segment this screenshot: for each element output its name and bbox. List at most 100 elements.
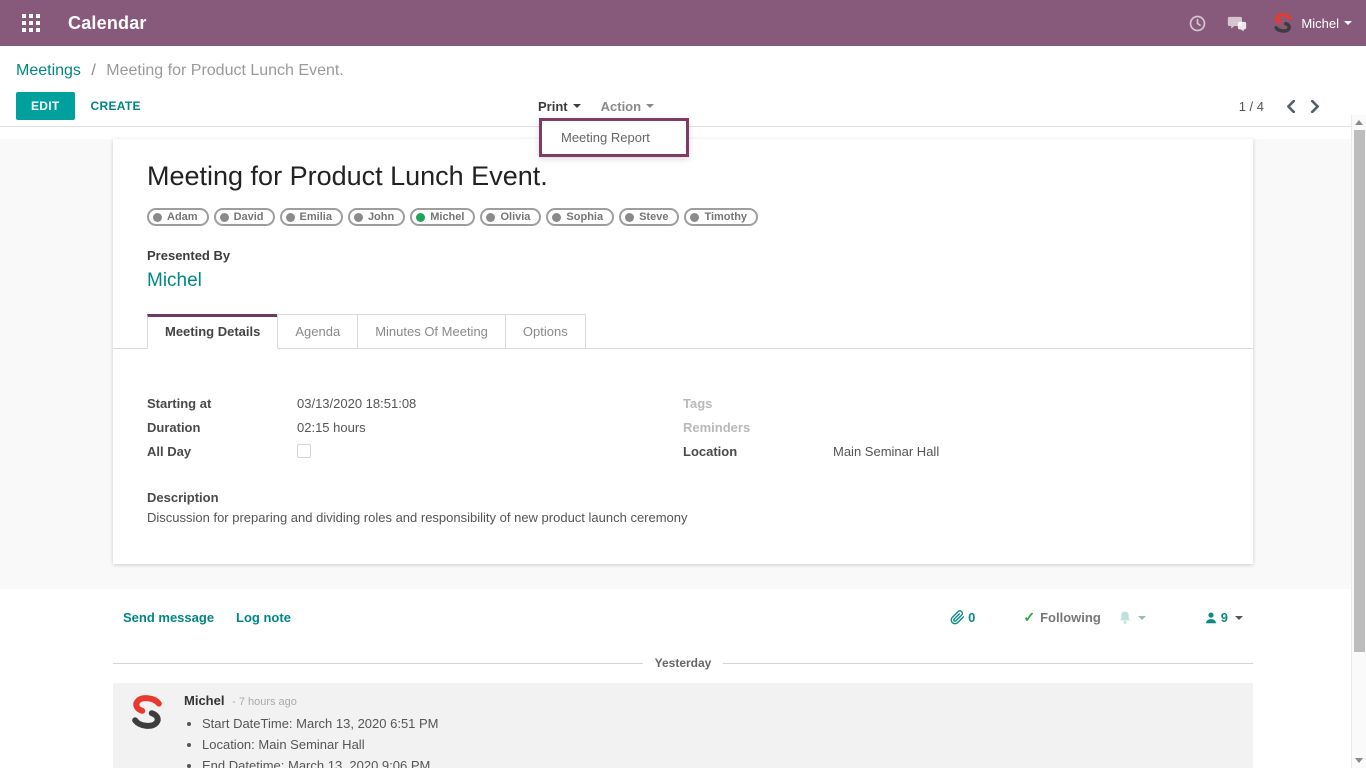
following-label: Following: [1040, 610, 1101, 625]
attendee-name: David: [234, 211, 264, 223]
paperclip-icon: [950, 610, 965, 625]
create-button[interactable]: CREATE: [91, 99, 141, 113]
message-body: Michel - 7 hours ago Start DateTime: Mar…: [184, 693, 439, 768]
breadcrumb-separator: /: [91, 62, 95, 79]
send-message-button[interactable]: Send message: [123, 610, 214, 625]
tab-meeting-details[interactable]: Meeting Details: [147, 314, 278, 349]
action-dropdown-button[interactable]: Action: [601, 99, 654, 114]
chatter-message: Michel - 7 hours ago Start DateTime: Mar…: [113, 683, 1253, 768]
log-note-button[interactable]: Log note: [236, 610, 291, 625]
scroll-down-arrow[interactable]: [1355, 758, 1363, 763]
edit-button[interactable]: EDIT: [16, 92, 75, 120]
status-dot: [354, 213, 363, 222]
vertical-scrollbar[interactable]: [1351, 115, 1366, 768]
field-label: Location: [683, 444, 833, 459]
print-dropdown-menu: Meeting Report: [539, 118, 689, 157]
field-label: Starting at: [147, 396, 297, 411]
description-text: Discussion for preparing and dividing ro…: [147, 510, 1219, 525]
top-navbar: Calendar Michel: [0, 0, 1366, 46]
attachment-count: 0: [968, 610, 975, 625]
attendee-pill: Sophia: [546, 208, 614, 226]
status-dot: [220, 213, 229, 222]
attendee-name: John: [368, 211, 394, 223]
field-col-left: Starting at 03/13/2020 18:51:08 Duration…: [147, 391, 683, 463]
field-grid: Starting at 03/13/2020 18:51:08 Duration…: [147, 391, 1219, 463]
action-label: Action: [601, 99, 641, 114]
user-name: Michel: [1301, 16, 1339, 31]
field-duration: Duration 02:15 hours: [147, 415, 683, 439]
app-title[interactable]: Calendar: [68, 13, 147, 34]
attendee-pill: Olivia: [480, 208, 541, 226]
field-label: Reminders: [683, 420, 833, 435]
field-all-day: All Day: [147, 439, 683, 463]
field-label: All Day: [147, 444, 297, 459]
menu-item-meeting-report[interactable]: Meeting Report: [542, 121, 686, 154]
field-tags: Tags: [683, 391, 1219, 415]
all-day-checkbox[interactable]: [297, 444, 311, 458]
attachment-button[interactable]: 0: [950, 610, 975, 625]
attendee-name: Steve: [639, 211, 668, 223]
tab-agenda[interactable]: Agenda: [277, 314, 358, 348]
messages-chat-icon[interactable]: [1220, 6, 1254, 40]
pager-next-button[interactable]: [1303, 98, 1328, 115]
breadcrumb: Meetings / Meeting for Product Lunch Eve…: [0, 46, 1366, 86]
chatter-topbar: Send message Log note 0 ✓ Following: [113, 609, 1253, 626]
day-divider-label: Yesterday: [643, 656, 724, 670]
field-value: 03/13/2020 18:51:08: [297, 396, 416, 411]
follower-count: 9: [1221, 610, 1228, 625]
attendee-pill: Michel: [410, 208, 475, 226]
meeting-form-sheet: Meeting for Product Lunch Event. Adam Da…: [113, 139, 1253, 564]
attendee-pill: Adam: [147, 208, 209, 226]
chevron-down-icon: [1138, 616, 1146, 620]
message-bullet: End Datetime: March 13, 2020 9:06 PM: [202, 758, 439, 768]
divider-line: [723, 663, 1253, 664]
followers-button[interactable]: 9: [1204, 610, 1243, 625]
chevron-down-icon: [646, 104, 654, 108]
status-dot: [153, 213, 162, 222]
description-label: Description: [147, 490, 1219, 505]
field-label: Tags: [683, 396, 833, 411]
status-dot: [486, 213, 495, 222]
pager-prev-button[interactable]: [1278, 98, 1303, 115]
message-avatar: [128, 693, 166, 731]
attendee-pill: John: [348, 208, 405, 226]
tab-options[interactable]: Options: [505, 314, 586, 348]
attendee-name: Sophia: [566, 211, 603, 223]
message-header: Michel - 7 hours ago: [184, 693, 439, 708]
message-bullet-list: Start DateTime: March 13, 2020 6:51 PM L…: [202, 716, 439, 768]
attendee-pill: David: [214, 208, 275, 226]
center-actions: Print Meeting Report Action: [538, 86, 654, 126]
chatter-tools: 0 ✓ Following: [950, 609, 1243, 626]
tab-minutes-of-meeting[interactable]: Minutes Of Meeting: [357, 314, 506, 348]
check-icon: ✓: [1023, 609, 1035, 626]
activities-clock-icon[interactable]: [1180, 6, 1214, 40]
attendee-pills: Adam David Emilia John Michel Olivia Sop…: [147, 208, 1219, 226]
apps-grid-icon[interactable]: [14, 6, 48, 40]
message-timestamp: - 7 hours ago: [232, 696, 297, 708]
message-bullet: Location: Main Seminar Hall: [202, 737, 439, 752]
meeting-title: Meeting for Product Lunch Event.: [147, 161, 1219, 192]
message-author: Michel: [184, 693, 224, 708]
breadcrumb-current: Meeting for Product Lunch Event.: [106, 62, 343, 79]
user-menu[interactable]: Michel: [1272, 12, 1352, 34]
field-starting-at: Starting at 03/13/2020 18:51:08: [147, 391, 683, 415]
presenter-link[interactable]: Michel: [147, 270, 202, 292]
following-button[interactable]: ✓ Following: [1023, 609, 1100, 626]
content-area: Meeting for Product Lunch Event. Adam Da…: [0, 139, 1366, 589]
notification-bell-button[interactable]: [1117, 610, 1146, 626]
chevron-down-icon: [1344, 21, 1352, 25]
pager-value: 1 / 4: [1239, 99, 1264, 114]
scroll-up-arrow[interactable]: [1355, 120, 1363, 125]
print-dropdown-button[interactable]: Print: [538, 99, 581, 114]
breadcrumb-meetings-link[interactable]: Meetings: [16, 62, 81, 79]
scrollbar-thumb[interactable]: [1354, 130, 1365, 652]
chatter: Send message Log note 0 ✓ Following: [0, 589, 1366, 768]
attendee-pill: Emilia: [280, 208, 343, 226]
notebook-tabs: Meeting Details Agenda Minutes Of Meetin…: [113, 314, 1253, 349]
field-col-right: Tags Reminders Location Main Seminar Hal…: [683, 391, 1219, 463]
description-block: Description Discussion for preparing and…: [147, 490, 1219, 525]
field-value: 02:15 hours: [297, 420, 366, 435]
chatter-inner: Send message Log note 0 ✓ Following: [113, 609, 1253, 768]
divider-line: [113, 663, 643, 664]
attendee-name: Olivia: [500, 211, 530, 223]
